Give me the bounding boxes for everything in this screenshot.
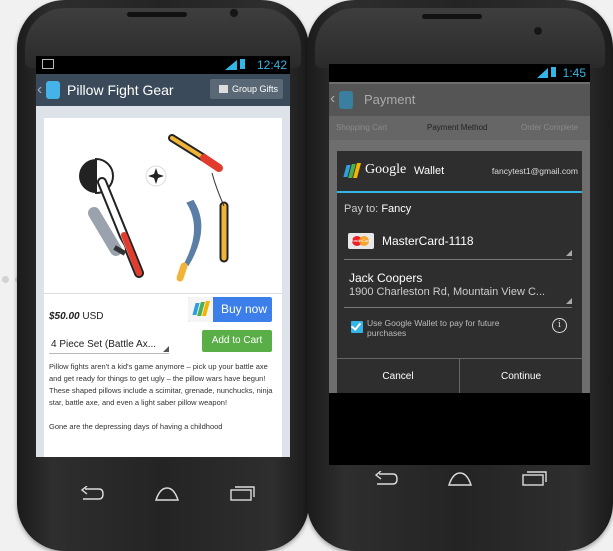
speaker-grille	[127, 12, 187, 17]
mastercard-logo: MasterCard	[348, 233, 374, 249]
message-icon	[42, 59, 54, 69]
nunchucks-pillow	[211, 172, 229, 263]
recent-apps-icon[interactable]	[521, 471, 547, 487]
pay-to: Pay to: Fancy	[344, 203, 412, 215]
page-title: Pillow Fight Gear	[67, 82, 174, 98]
speaker-grille	[422, 14, 482, 19]
action-bar: ‹ Pillow Fight Gear Group Gifts	[36, 74, 290, 106]
step-shopping-cart: Shopping Cart	[336, 123, 388, 132]
save-wallet-checkbox[interactable]	[350, 320, 363, 333]
address-line: 1900 Charleston Rd, Mountain View C...	[349, 286, 546, 298]
page-title: Payment	[364, 92, 416, 107]
google-wallet-icon	[188, 297, 213, 322]
wifi-signal-icon	[225, 60, 237, 70]
group-gifts-label: Group Gifts	[232, 84, 279, 94]
front-camera	[533, 26, 543, 36]
continue-button[interactable]: Continue	[460, 359, 582, 394]
address-selector[interactable]: Jack Coopers 1900 Charleston Rd, Mountai…	[344, 267, 572, 308]
front-camera	[229, 8, 239, 18]
card-selector[interactable]: MasterCard MasterCard-1118	[344, 225, 572, 260]
product-page: $50.00 USD Buy now 4 Piece Set (Battle A…	[36, 106, 290, 457]
product-description: Pillow fights aren't a kid's game anymor…	[49, 362, 273, 431]
buy-now-button[interactable]: Buy now	[188, 297, 272, 322]
cancel-button[interactable]: Cancel	[337, 359, 459, 394]
gift-icon	[219, 85, 228, 93]
left-phone-frame: 12:42 ‹ Pillow Fight Gear Group Gifts $5…	[17, 0, 309, 551]
checkbox-label: Use Google Wallet to pay for future purc…	[367, 318, 500, 338]
action-bar: ‹ Payment	[329, 84, 590, 116]
pillow-weapons-image	[79, 134, 229, 282]
app-icon[interactable]	[46, 81, 60, 99]
back-chevron-icon[interactable]: ‹	[330, 90, 335, 108]
card-name: MasterCard-1118	[382, 234, 474, 248]
back-chevron-icon[interactable]: ‹	[37, 81, 42, 99]
google-wallet-icon	[343, 163, 362, 179]
recent-apps-icon[interactable]	[229, 486, 255, 502]
right-phone-frame: 1:45 ‹ Payment Shopping Cart Payment Met…	[307, 0, 613, 551]
dropdown-corner-icon	[566, 250, 572, 256]
status-bar: 1:45	[329, 64, 590, 82]
back-icon[interactable]	[79, 485, 105, 502]
step-payment-method: Payment Method	[427, 123, 488, 132]
product-card: $50.00 USD Buy now 4 Piece Set (Battle A…	[44, 118, 282, 457]
wallet-wordmark: Wallet	[414, 165, 445, 177]
google-wallet-dialog: Google Wallet fancytest1@gmail.com Pay t…	[337, 151, 582, 394]
account-email: fancytest1@gmail.com	[491, 166, 578, 176]
signal-icon	[537, 68, 548, 78]
checkmark-icon	[350, 320, 362, 331]
google-wordmark: Google	[365, 162, 407, 177]
ninja-star-pillow	[145, 165, 167, 187]
back-icon[interactable]	[373, 470, 399, 487]
dot[interactable]	[2, 276, 9, 283]
add-to-cart-button[interactable]: Add to Cart	[202, 330, 272, 352]
dropdown-corner-icon	[163, 346, 169, 352]
checkout-steps: Shopping Cart Payment Method Order Compl…	[329, 116, 590, 140]
home-icon[interactable]	[447, 471, 473, 487]
scimitar-pillow	[176, 196, 205, 282]
wallet-header: Google Wallet fancytest1@gmail.com	[337, 151, 582, 193]
nav-bar	[329, 393, 590, 465]
address-name: Jack Coopers	[349, 271, 423, 285]
status-time: 1:45	[562, 66, 586, 80]
price: $50.00 USD	[49, 311, 104, 322]
home-icon[interactable]	[154, 486, 180, 502]
status-bar: 12:42	[36, 56, 290, 74]
step-order-complete: Order Complete	[521, 123, 578, 132]
right-screen: 1:45 ‹ Payment Shopping Cart Payment Met…	[329, 64, 590, 465]
left-screen: 12:42 ‹ Pillow Fight Gear Group Gifts $5…	[36, 56, 290, 457]
light-saber-pillow	[168, 134, 223, 172]
app-icon[interactable]	[339, 91, 353, 109]
status-time: 12:42	[256, 58, 287, 72]
dropdown-corner-icon	[566, 298, 572, 304]
info-icon[interactable]: i	[552, 318, 567, 333]
battery-icon	[551, 67, 556, 77]
battery-icon	[240, 59, 245, 69]
group-gifts-button[interactable]: Group Gifts	[210, 79, 283, 99]
variant-select[interactable]: 4 Piece Set (Battle Ax...	[49, 336, 169, 354]
